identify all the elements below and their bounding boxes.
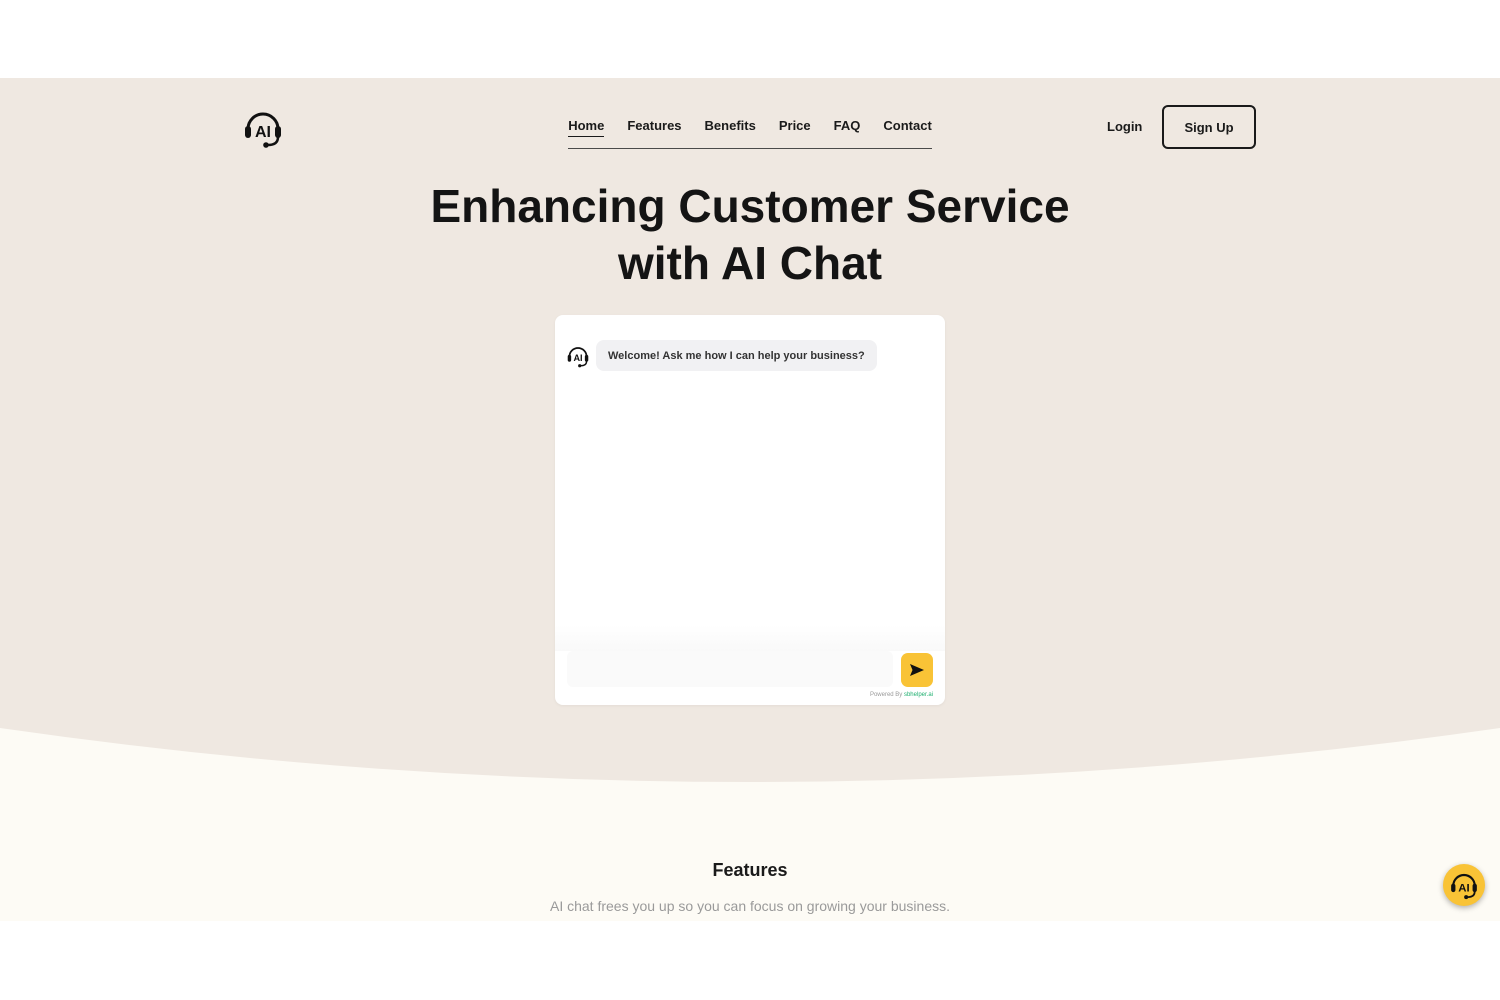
bot-message-bubble: Welcome! Ask me how I can help your busi… <box>596 340 877 371</box>
headset-ai-icon: AI <box>567 347 589 368</box>
main-nav: Home Features Benefits Price FAQ Contact <box>568 108 932 149</box>
input-divider-fade <box>555 625 945 651</box>
signup-button[interactable]: Sign Up <box>1162 105 1256 149</box>
hero-title-line-2: with AI Chat <box>617 237 883 289</box>
send-arrow-icon <box>910 664 924 676</box>
nav-item-benefits[interactable]: Benefits <box>693 108 767 136</box>
send-button[interactable] <box>901 653 933 687</box>
chat-widget: AI Welcome! Ask me how I can help your b… <box>555 315 945 705</box>
hero-bottom-curve <box>0 726 1500 782</box>
nav-label: Features <box>627 118 682 133</box>
hero-section: AI Home Features Benefits Price FAQ Cont… <box>0 78 1500 728</box>
login-link[interactable]: Login <box>1107 119 1142 134</box>
headset-ai-logo-icon[interactable]: AI <box>242 107 284 149</box>
powered-by-text: Powered By sbhelper.ai <box>870 692 933 698</box>
nav-label: Contact <box>883 118 932 133</box>
hero-title-line-1: Enhancing Customer Service <box>430 180 1070 232</box>
nav-label: Home <box>568 118 605 137</box>
nav-item-contact[interactable]: Contact <box>872 108 943 136</box>
nav-item-home[interactable]: Home <box>557 108 616 137</box>
nav-item-price[interactable]: Price <box>767 108 822 136</box>
nav-item-faq[interactable]: FAQ <box>822 108 872 136</box>
headset-ai-icon: AI <box>1451 874 1477 900</box>
chat-message-input[interactable] <box>567 651 893 687</box>
features-heading: Features <box>712 860 788 880</box>
avatar-text: AI <box>573 353 582 363</box>
powered-by-brand-link[interactable]: sbhelper.ai <box>904 692 933 698</box>
nav-item-features[interactable]: Features <box>616 108 693 136</box>
features-subtitle: AI chat frees you up so you can focus on… <box>549 898 950 914</box>
floating-chat-button[interactable]: AI <box>1443 864 1485 906</box>
logo-text: AI <box>255 124 271 141</box>
hero-title: Enhancing Customer Service with AI Chat <box>350 178 1150 292</box>
nav-label: Benefits <box>704 118 756 133</box>
float-icon-text: AI <box>1458 882 1469 894</box>
nav-label: Price <box>778 118 811 133</box>
powered-by-prefix: Powered By <box>869 692 903 698</box>
landing-page: AI Home Features Benefits Price FAQ Cont… <box>0 78 1500 921</box>
nav-label: FAQ <box>833 118 861 133</box>
